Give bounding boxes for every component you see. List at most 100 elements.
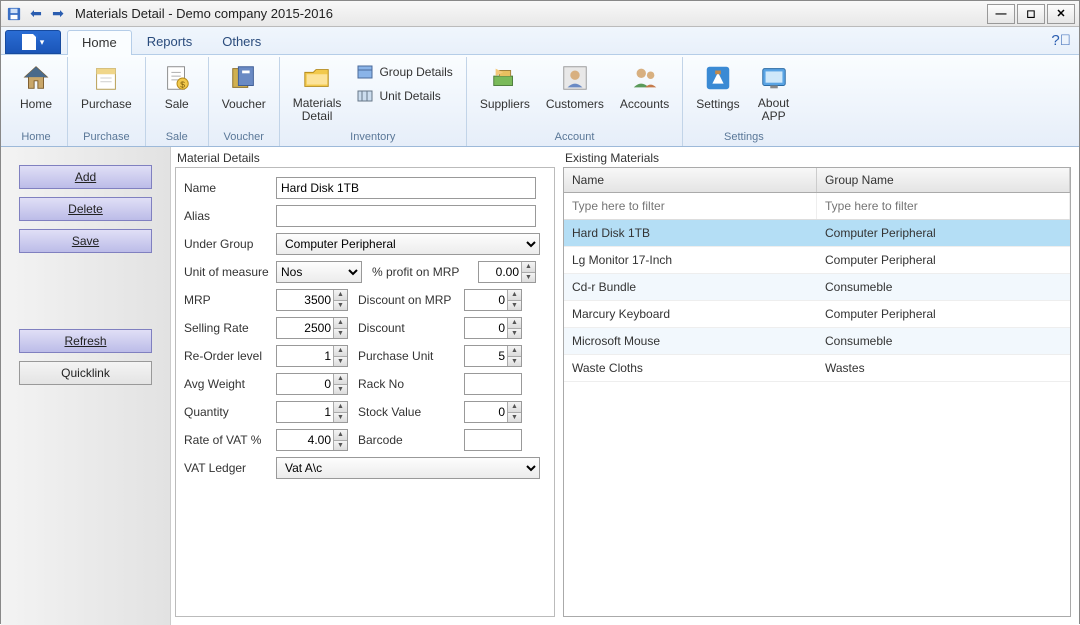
cell-group: Consumeble xyxy=(817,274,1070,300)
maximize-button[interactable]: ◻ xyxy=(1017,4,1045,24)
group-home-label: Home xyxy=(11,129,61,146)
discount-mrp-label: Discount on MRP xyxy=(354,293,458,307)
spinner[interactable]: ▲▼ xyxy=(333,374,347,394)
vat-ledger-select[interactable]: Vat A\c xyxy=(276,457,540,479)
materials-grid: Name Group Name Hard Disk 1TBComputer Pe… xyxy=(563,167,1071,617)
file-menu[interactable]: ▾ xyxy=(5,30,61,54)
materials-detail-button[interactable]: Materials Detail xyxy=(286,57,349,129)
cell-group: Computer Peripheral xyxy=(817,220,1070,246)
sale-button[interactable]: $ Sale xyxy=(152,57,202,129)
spinner[interactable]: ▲▼ xyxy=(333,402,347,422)
customers-button[interactable]: Customers xyxy=(539,57,611,129)
material-details-title: Material Details xyxy=(175,151,555,167)
selling-rate-label: Selling Rate xyxy=(184,321,270,335)
voucher-button[interactable]: Voucher xyxy=(215,57,273,129)
file-icon xyxy=(22,34,36,50)
tab-others[interactable]: Others xyxy=(207,29,276,54)
name-input[interactable] xyxy=(276,177,536,199)
voucher-label: Voucher xyxy=(222,97,266,111)
materials-detail-label: Materials Detail xyxy=(293,97,342,123)
sale-label: Sale xyxy=(165,97,189,111)
qat-save-icon[interactable] xyxy=(5,5,23,23)
sale-icon: $ xyxy=(161,62,193,94)
about-app-button[interactable]: About APP xyxy=(749,57,799,129)
qat-back-icon[interactable]: ⬅ xyxy=(27,5,45,23)
save-button[interactable]: Save xyxy=(19,229,152,253)
unit-details-button[interactable]: Unit Details xyxy=(350,85,459,107)
minimize-button[interactable]: — xyxy=(987,4,1015,24)
close-button[interactable]: ✕ xyxy=(1047,4,1075,24)
spinner[interactable]: ▲▼ xyxy=(507,318,521,338)
table-row[interactable]: Marcury KeyboardComputer Peripheral xyxy=(564,301,1070,328)
table-row[interactable]: Hard Disk 1TBComputer Peripheral xyxy=(564,220,1070,247)
group-purchase-label: Purchase xyxy=(74,129,139,146)
spinner[interactable]: ▲▼ xyxy=(507,402,521,422)
spinner[interactable]: ▲▼ xyxy=(333,290,347,310)
stock-value-label: Stock Value xyxy=(354,405,458,419)
cell-group: Computer Peripheral xyxy=(817,301,1070,327)
add-button[interactable]: Add xyxy=(19,165,152,189)
existing-materials-title: Existing Materials xyxy=(563,151,1071,167)
spinner[interactable]: ▲▼ xyxy=(507,290,521,310)
cell-group: Consumeble xyxy=(817,328,1070,354)
qat-forward-icon[interactable]: ➡ xyxy=(49,5,67,23)
rack-no-input[interactable] xyxy=(464,373,522,395)
spinner[interactable]: ▲▼ xyxy=(333,318,347,338)
alias-input[interactable] xyxy=(276,205,536,227)
customers-icon xyxy=(559,62,591,94)
suppliers-label: Suppliers xyxy=(480,97,530,111)
purchase-label: Purchase xyxy=(81,97,132,111)
column-name[interactable]: Name xyxy=(564,168,817,192)
column-group[interactable]: Group Name xyxy=(817,168,1070,192)
spinner[interactable]: ▲▼ xyxy=(333,346,347,366)
tab-reports[interactable]: Reports xyxy=(132,29,208,54)
unit-details-label: Unit Details xyxy=(379,89,440,103)
cell-name: Cd-r Bundle xyxy=(564,274,817,300)
purchase-unit-label: Purchase Unit xyxy=(354,349,458,363)
settings-button[interactable]: Settings xyxy=(689,57,746,129)
group-voucher-label: Voucher xyxy=(215,129,273,146)
refresh-button[interactable]: Refresh xyxy=(19,329,152,353)
about-label: About APP xyxy=(758,97,789,123)
uom-label: Unit of measure xyxy=(184,265,270,279)
settings-icon xyxy=(702,62,734,94)
accounts-icon xyxy=(629,62,661,94)
group-details-button[interactable]: Group Details xyxy=(350,61,459,83)
table-row[interactable]: Microsoft MouseConsumeble xyxy=(564,328,1070,355)
ribbon: Home Home Purchase Purchase $ Sale Sale … xyxy=(1,55,1079,147)
about-icon xyxy=(758,62,790,94)
under-group-select[interactable]: Computer Peripheral xyxy=(276,233,540,255)
table-row[interactable]: Cd-r BundleConsumeble xyxy=(564,274,1070,301)
filter-group-input[interactable] xyxy=(817,193,1070,219)
accounts-label: Accounts xyxy=(620,97,669,111)
filter-name-input[interactable] xyxy=(564,193,817,219)
quicklink-button[interactable]: Quicklink xyxy=(19,361,152,385)
alias-label: Alias xyxy=(184,209,270,223)
vat-ledger-label: VAT Ledger xyxy=(184,461,270,475)
purchase-button[interactable]: Purchase xyxy=(74,57,139,129)
main-area: Add Delete Save Refresh Quicklink Materi… xyxy=(1,147,1079,625)
tab-home[interactable]: Home xyxy=(67,30,132,55)
group-sale-label: Sale xyxy=(152,129,202,146)
accounts-button[interactable]: Accounts xyxy=(613,57,676,129)
group-settings-label: Settings xyxy=(689,129,798,146)
profit-mrp-label: % profit on MRP xyxy=(368,265,472,279)
table-row[interactable]: Waste ClothsWastes xyxy=(564,355,1070,382)
group-inventory-label: Inventory xyxy=(286,129,460,146)
spinner[interactable]: ▲▼ xyxy=(521,262,535,282)
help-icon[interactable]: ?⃝ xyxy=(1051,32,1071,49)
suppliers-button[interactable]: Suppliers xyxy=(473,57,537,129)
spinner[interactable]: ▲▼ xyxy=(507,346,521,366)
delete-button[interactable]: Delete xyxy=(19,197,152,221)
group-details-label: Group Details xyxy=(379,65,452,79)
table-row[interactable]: Lg Monitor 17-InchComputer Peripheral xyxy=(564,247,1070,274)
rate-vat-label: Rate of VAT % xyxy=(184,433,270,447)
barcode-input[interactable] xyxy=(464,429,522,451)
cell-name: Marcury Keyboard xyxy=(564,301,817,327)
mrp-label: MRP xyxy=(184,293,270,307)
spinner[interactable]: ▲▼ xyxy=(333,430,347,450)
under-group-label: Under Group xyxy=(184,237,270,251)
material-details-panel: Material Details Name Alias Under Group … xyxy=(175,151,555,617)
home-button[interactable]: Home xyxy=(11,57,61,129)
uom-select[interactable]: Nos xyxy=(276,261,362,283)
